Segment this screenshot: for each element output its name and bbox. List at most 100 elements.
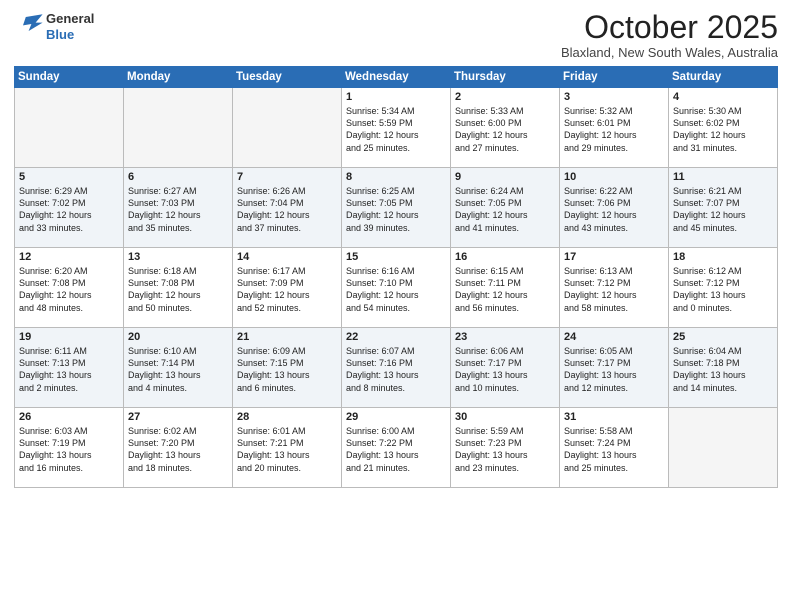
calendar-cell: 19Sunrise: 6:11 AM Sunset: 7:13 PM Dayli…	[15, 328, 124, 408]
header-thursday: Thursday	[451, 67, 560, 88]
cell-info: Sunrise: 6:03 AM Sunset: 7:19 PM Dayligh…	[19, 425, 119, 474]
cell-info: Sunrise: 5:30 AM Sunset: 6:02 PM Dayligh…	[673, 105, 773, 154]
week-row-4: 19Sunrise: 6:11 AM Sunset: 7:13 PM Dayli…	[15, 328, 778, 408]
cell-info: Sunrise: 6:02 AM Sunset: 7:20 PM Dayligh…	[128, 425, 228, 474]
calendar-cell: 2 Sunrise: 5:33 AM Sunset: 6:00 PM Daylig…	[451, 88, 560, 168]
calendar-cell: 8 Sunrise: 6:25 AM Sunset: 7:05 PM Daylig…	[342, 168, 451, 248]
month-title: October 2025	[561, 10, 778, 45]
cell-info: Sunrise: 6:16 AM Sunset: 7:10 PM Dayligh…	[346, 265, 446, 314]
calendar-cell: 13 Sunrise: 6:18 AM Sunset: 7:08 PM Dayli…	[124, 248, 233, 328]
header-monday: Monday	[124, 67, 233, 88]
day-number: 10	[564, 171, 664, 183]
header-saturday: Saturday	[669, 67, 778, 88]
calendar-cell: 10 Sunrise: 6:22 AM Sunset: 7:06 PM Dayli…	[560, 168, 669, 248]
day-number: 1	[346, 91, 446, 103]
cell-info: Sunrise: 6:17 AM Sunset: 7:09 PM Dayligh…	[237, 265, 337, 314]
calendar-cell	[669, 408, 778, 488]
day-number: 26	[19, 411, 119, 423]
day-number: 25	[673, 331, 773, 343]
cell-info: Sunrise: 6:15 AM Sunset: 7:11 PM Dayligh…	[455, 265, 555, 314]
day-number: 24	[564, 331, 664, 343]
calendar-cell: 18Sunrise: 6:12 AM Sunset: 7:12 PM Dayli…	[669, 248, 778, 328]
cell-info: Sunrise: 5:32 AM Sunset: 6:01 PM Dayligh…	[564, 105, 664, 154]
header-wednesday: Wednesday	[342, 67, 451, 88]
cell-info: Sunrise: 6:10 AM Sunset: 7:14 PM Dayligh…	[128, 345, 228, 394]
cell-info: Sunrise: 6:25 AM Sunset: 7:05 PM Dayligh…	[346, 185, 446, 234]
day-number: 15	[346, 251, 446, 263]
day-number: 23	[455, 331, 555, 343]
day-number: 16	[455, 251, 555, 263]
cell-info: Sunrise: 6:09 AM Sunset: 7:15 PM Dayligh…	[237, 345, 337, 394]
header-friday: Friday	[560, 67, 669, 88]
header-row: SundayMondayTuesdayWednesdayThursdayFrid…	[15, 67, 778, 88]
day-number: 13	[128, 251, 228, 263]
calendar-cell: 1 Sunrise: 5:34 AM Sunset: 5:59 PM Daylig…	[342, 88, 451, 168]
day-number: 11	[673, 171, 773, 183]
cell-info: Sunrise: 6:29 AM Sunset: 7:02 PM Dayligh…	[19, 185, 119, 234]
calendar-cell: 9 Sunrise: 6:24 AM Sunset: 7:05 PM Daylig…	[451, 168, 560, 248]
logo-general: General	[46, 11, 94, 27]
calendar-cell: 24 Sunrise: 6:05 AM Sunset: 7:17 PM Dayli…	[560, 328, 669, 408]
title-block: October 2025 Blaxland, New South Wales, …	[561, 10, 778, 60]
cell-info: Sunrise: 5:59 AM Sunset: 7:23 PM Dayligh…	[455, 425, 555, 474]
day-number: 30	[455, 411, 555, 423]
day-number: 2	[455, 91, 555, 103]
cell-info: Sunrise: 6:24 AM Sunset: 7:05 PM Dayligh…	[455, 185, 555, 234]
cell-info: Sunrise: 5:34 AM Sunset: 5:59 PM Dayligh…	[346, 105, 446, 154]
day-number: 22	[346, 331, 446, 343]
cell-info: Sunrise: 6:22 AM Sunset: 7:06 PM Dayligh…	[564, 185, 664, 234]
cell-info: Sunrise: 6:20 AM Sunset: 7:08 PM Dayligh…	[19, 265, 119, 314]
cell-info: Sunrise: 6:18 AM Sunset: 7:08 PM Dayligh…	[128, 265, 228, 314]
day-number: 31	[564, 411, 664, 423]
cell-info: Sunrise: 6:07 AM Sunset: 7:16 PM Dayligh…	[346, 345, 446, 394]
day-number: 17	[564, 251, 664, 263]
calendar-cell: 27 Sunrise: 6:02 AM Sunset: 7:20 PM Dayli…	[124, 408, 233, 488]
calendar-cell: 15 Sunrise: 6:16 AM Sunset: 7:10 PM Dayli…	[342, 248, 451, 328]
day-number: 3	[564, 91, 664, 103]
day-number: 5	[19, 171, 119, 183]
day-number: 29	[346, 411, 446, 423]
calendar-cell: 12 Sunrise: 6:20 AM Sunset: 7:08 PM Dayli…	[15, 248, 124, 328]
calendar-cell: 14Sunrise: 6:17 AM Sunset: 7:09 PM Dayli…	[233, 248, 342, 328]
cell-info: Sunrise: 6:21 AM Sunset: 7:07 PM Dayligh…	[673, 185, 773, 234]
cell-info: Sunrise: 6:04 AM Sunset: 7:18 PM Dayligh…	[673, 345, 773, 394]
week-row-2: 5 Sunrise: 6:29 AM Sunset: 7:02 PM Daylig…	[15, 168, 778, 248]
calendar-cell: 22 Sunrise: 6:07 AM Sunset: 7:16 PM Dayli…	[342, 328, 451, 408]
logo-icon	[16, 10, 44, 38]
day-number: 27	[128, 411, 228, 423]
week-row-5: 26 Sunrise: 6:03 AM Sunset: 7:19 PM Dayli…	[15, 408, 778, 488]
cell-info: Sunrise: 6:13 AM Sunset: 7:12 PM Dayligh…	[564, 265, 664, 314]
day-number: 19	[19, 331, 119, 343]
calendar-cell: 17 Sunrise: 6:13 AM Sunset: 7:12 PM Dayli…	[560, 248, 669, 328]
cell-info: Sunrise: 6:26 AM Sunset: 7:04 PM Dayligh…	[237, 185, 337, 234]
day-number: 6	[128, 171, 228, 183]
day-number: 9	[455, 171, 555, 183]
calendar-cell: 23 Sunrise: 6:06 AM Sunset: 7:17 PM Dayli…	[451, 328, 560, 408]
day-number: 8	[346, 171, 446, 183]
week-row-3: 12 Sunrise: 6:20 AM Sunset: 7:08 PM Dayli…	[15, 248, 778, 328]
cell-info: Sunrise: 6:05 AM Sunset: 7:17 PM Dayligh…	[564, 345, 664, 394]
location: Blaxland, New South Wales, Australia	[561, 45, 778, 60]
calendar-page: General Blue October 2025 Blaxland, New …	[0, 0, 792, 612]
calendar-cell: 21Sunrise: 6:09 AM Sunset: 7:15 PM Dayli…	[233, 328, 342, 408]
calendar-cell: 7 Sunrise: 6:26 AM Sunset: 7:04 PM Daylig…	[233, 168, 342, 248]
calendar-cell: 25 Sunrise: 6:04 AM Sunset: 7:18 PM Dayli…	[669, 328, 778, 408]
header-tuesday: Tuesday	[233, 67, 342, 88]
cell-info: Sunrise: 6:12 AM Sunset: 7:12 PM Dayligh…	[673, 265, 773, 314]
cell-info: Sunrise: 6:01 AM Sunset: 7:21 PM Dayligh…	[237, 425, 337, 474]
calendar-cell: 31Sunrise: 5:58 AM Sunset: 7:24 PM Dayli…	[560, 408, 669, 488]
calendar-table: SundayMondayTuesdayWednesdayThursdayFrid…	[14, 66, 778, 488]
day-number: 7	[237, 171, 337, 183]
week-row-1: 1 Sunrise: 5:34 AM Sunset: 5:59 PM Daylig…	[15, 88, 778, 168]
day-number: 12	[19, 251, 119, 263]
calendar-cell: 4Sunrise: 5:30 AM Sunset: 6:02 PM Daylig…	[669, 88, 778, 168]
calendar-cell: 6Sunrise: 6:27 AM Sunset: 7:03 PM Daylig…	[124, 168, 233, 248]
cell-info: Sunrise: 5:33 AM Sunset: 6:00 PM Dayligh…	[455, 105, 555, 154]
calendar-cell: 3 Sunrise: 5:32 AM Sunset: 6:01 PM Daylig…	[560, 88, 669, 168]
day-number: 20	[128, 331, 228, 343]
day-number: 28	[237, 411, 337, 423]
calendar-cell: 5 Sunrise: 6:29 AM Sunset: 7:02 PM Daylig…	[15, 168, 124, 248]
cell-info: Sunrise: 6:06 AM Sunset: 7:17 PM Dayligh…	[455, 345, 555, 394]
calendar-cell: 30 Sunrise: 5:59 AM Sunset: 7:23 PM Dayli…	[451, 408, 560, 488]
cell-info: Sunrise: 6:00 AM Sunset: 7:22 PM Dayligh…	[346, 425, 446, 474]
